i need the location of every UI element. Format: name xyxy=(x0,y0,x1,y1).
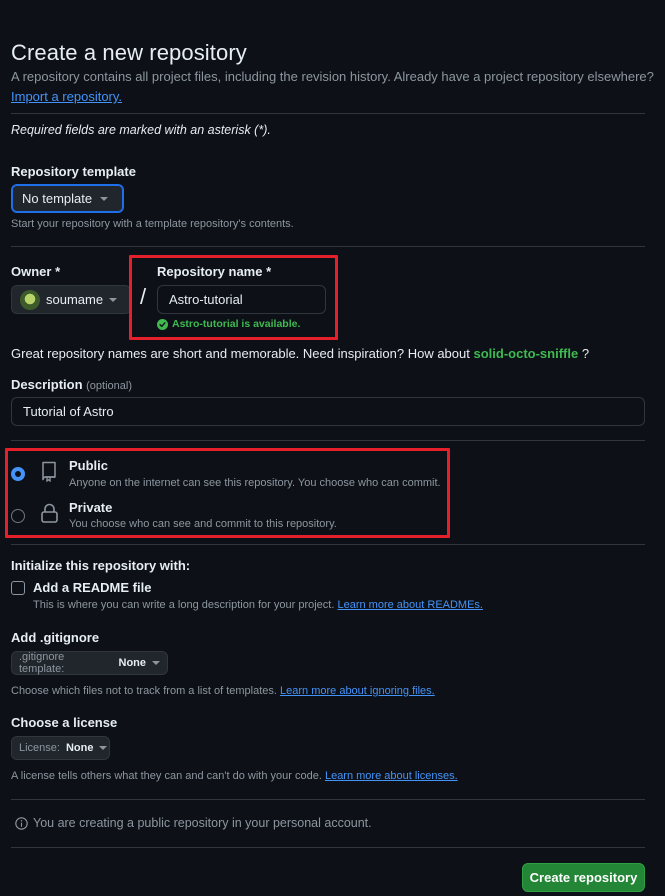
public-option-description: Anyone on the internet can see this repo… xyxy=(69,477,441,489)
required-fields-note: Required fields are marked with an aster… xyxy=(11,123,271,137)
availability-message: Astro-tutorial is available. xyxy=(157,318,300,330)
divider xyxy=(11,544,645,545)
repository-name-label: Repository name * xyxy=(157,264,272,279)
description-label-row: Description (optional) xyxy=(11,377,132,392)
owner-label: Owner * xyxy=(11,264,61,279)
divider xyxy=(11,440,645,441)
info-icon xyxy=(15,816,28,830)
divider xyxy=(11,799,645,800)
private-option-title: Private xyxy=(69,500,113,515)
license-label: Choose a license xyxy=(11,715,118,730)
divider xyxy=(11,847,645,848)
private-radio[interactable] xyxy=(11,509,25,523)
availability-text: Astro-tutorial is available. xyxy=(172,318,301,330)
repository-name-value: Astro-tutorial xyxy=(169,292,243,307)
repo-icon xyxy=(42,461,56,482)
template-select-value: No template xyxy=(22,191,93,206)
template-select-button[interactable]: No template xyxy=(11,184,124,213)
suggestion-suffix: ? xyxy=(581,346,590,361)
readme-help: This is where you can write a long descr… xyxy=(33,599,483,611)
readme-learn-more-link[interactable]: Learn more about READMEs. xyxy=(337,599,483,611)
page-intro: A repository contains all project files,… xyxy=(11,69,654,84)
template-label: Repository template xyxy=(11,164,136,179)
gitignore-label: Add .gitignore xyxy=(11,630,100,645)
add-readme-label[interactable]: Add a README file xyxy=(33,580,151,595)
avatar xyxy=(20,289,40,310)
repository-name-input[interactable]: Astro-tutorial xyxy=(157,285,326,314)
gitignore-select-prefix: .gitignore template: xyxy=(19,651,65,675)
gitignore-help-text: Choose which files not to track from a l… xyxy=(11,685,277,697)
page-title: Create a new repository xyxy=(11,40,247,65)
chevron-down-icon xyxy=(100,196,109,201)
gitignore-learn-more-link[interactable]: Learn more about ignoring files. xyxy=(280,685,435,697)
license-select[interactable]: License: None xyxy=(11,736,110,760)
visibility-notice: You are creating a public repository in … xyxy=(15,816,372,830)
description-value: Tutorial of Astro xyxy=(23,404,114,419)
license-select-value: None xyxy=(65,742,94,754)
create-repository-button[interactable]: Create repository xyxy=(522,863,645,892)
license-learn-more-link[interactable]: Learn more about licenses. xyxy=(325,770,458,782)
description-label: Description xyxy=(11,377,83,392)
lock-icon xyxy=(41,503,58,523)
description-optional: (optional) xyxy=(86,380,132,392)
notice-text: You are creating a public repository in … xyxy=(33,816,372,830)
divider xyxy=(11,246,645,247)
divider xyxy=(11,113,645,114)
name-suggestion: Great repository names are short and mem… xyxy=(11,346,589,361)
chevron-down-icon xyxy=(152,661,160,665)
chevron-down-icon xyxy=(99,746,108,750)
check-circle-icon xyxy=(157,318,168,330)
owner-select-value: soumame xyxy=(46,292,104,307)
suggestion-text: Great repository names are short and mem… xyxy=(11,346,470,361)
template-help: Start your repository with a template re… xyxy=(11,218,294,230)
gitignore-help: Choose which files not to track from a l… xyxy=(11,685,435,697)
description-input[interactable]: Tutorial of Astro xyxy=(11,397,645,426)
add-readme-checkbox[interactable] xyxy=(11,581,25,595)
license-select-prefix: License: xyxy=(19,742,60,754)
public-option-title: Public xyxy=(69,458,109,473)
gitignore-template-select[interactable]: .gitignore template: None xyxy=(11,651,168,675)
owner-select-button[interactable]: soumame xyxy=(11,285,131,314)
import-repository-link[interactable]: Import a repository. xyxy=(11,89,122,104)
chevron-down-icon xyxy=(109,297,118,302)
initialize-heading: Initialize this repository with: xyxy=(11,558,191,573)
private-option-description: You choose who can see and commit to thi… xyxy=(69,518,337,530)
license-help-text: A license tells others what they can and… xyxy=(11,770,322,782)
public-radio[interactable] xyxy=(11,467,25,481)
suggested-name-link[interactable]: solid-octo-sniffle xyxy=(473,346,578,361)
gitignore-select-value: None xyxy=(118,657,147,669)
readme-help-text: This is where you can write a long descr… xyxy=(33,599,335,611)
license-help: A license tells others what they can and… xyxy=(11,770,458,782)
